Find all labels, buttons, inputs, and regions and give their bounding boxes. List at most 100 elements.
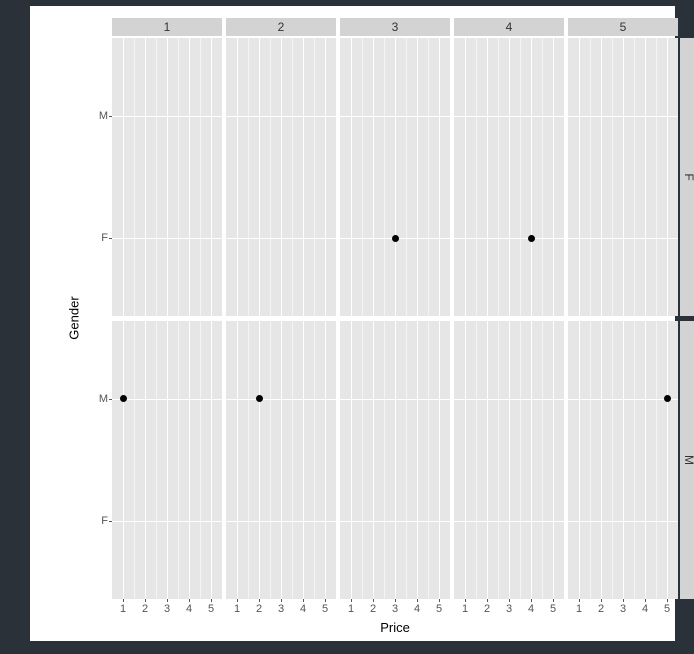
- x-tick-mark: [237, 599, 238, 602]
- facet-panel: [568, 38, 678, 316]
- x-tick-label: 5: [664, 603, 670, 615]
- gridline-v: [325, 38, 326, 316]
- gridline-v: [211, 38, 212, 316]
- gridline-h: [568, 521, 678, 522]
- gridline-v: [145, 38, 146, 316]
- x-tick-label: 3: [278, 603, 284, 615]
- gridline-v-minor: [134, 38, 135, 316]
- gridline-v: [351, 38, 352, 316]
- gridline-v: [373, 38, 374, 316]
- facet-col-strip: 1: [112, 18, 222, 36]
- facet-panel: [454, 321, 564, 599]
- facet-col-strip: 5: [568, 18, 678, 36]
- x-tick-label: 5: [550, 603, 556, 615]
- x-tick-label: 2: [370, 603, 376, 615]
- x-tick-mark: [531, 599, 532, 602]
- x-tick-mark: [509, 599, 510, 602]
- chart-stage: 12345FMMFMF1234512345123451234512345Gend…: [0, 0, 694, 654]
- x-tick-mark: [553, 599, 554, 602]
- y-tick-mark: [109, 238, 112, 239]
- gridline-v: [303, 38, 304, 316]
- x-tick-mark: [667, 599, 668, 602]
- gridline-v: [465, 38, 466, 316]
- x-tick-mark: [623, 599, 624, 602]
- gridline-v: [553, 38, 554, 316]
- data-point: [528, 235, 535, 242]
- x-tick-label: 3: [392, 603, 398, 615]
- x-tick-mark: [645, 599, 646, 602]
- facet-col-label: 5: [620, 20, 627, 34]
- x-tick-label: 3: [164, 603, 170, 615]
- gridline-v-minor: [590, 38, 591, 316]
- gridline-h: [454, 521, 564, 522]
- facet-panel: [112, 321, 222, 599]
- x-tick-mark: [395, 599, 396, 602]
- gridline-v: [667, 38, 668, 316]
- gridline-v-minor: [292, 38, 293, 316]
- gridline-v: [325, 321, 326, 599]
- gridline-h: [112, 399, 222, 400]
- gridline-h: [226, 238, 336, 239]
- gridline-v-minor: [428, 321, 429, 599]
- x-tick-label: 4: [414, 603, 420, 615]
- gridline-v: [645, 321, 646, 599]
- gridline-v-minor: [476, 321, 477, 599]
- gridline-v: [123, 321, 124, 599]
- gridline-v: [281, 38, 282, 316]
- gridline-v-minor: [498, 38, 499, 316]
- gridline-v: [395, 38, 396, 316]
- facet-panel: [340, 38, 450, 316]
- x-tick-label: 3: [506, 603, 512, 615]
- gridline-v: [601, 38, 602, 316]
- x-tick-mark: [303, 599, 304, 602]
- gridline-v: [509, 38, 510, 316]
- gridline-v-minor: [292, 321, 293, 599]
- gridline-v: [259, 38, 260, 316]
- facet-panel: [568, 321, 678, 599]
- x-tick-label: 2: [598, 603, 604, 615]
- x-tick-label: 1: [120, 603, 126, 615]
- gridline-v-minor: [656, 38, 657, 316]
- gridline-v: [281, 321, 282, 599]
- gridline-v-minor: [406, 38, 407, 316]
- gridline-v: [487, 321, 488, 599]
- y-tick-mark: [109, 521, 112, 522]
- y-axis-title: Gender: [67, 296, 82, 339]
- x-tick-mark: [465, 599, 466, 602]
- x-tick-label: 2: [484, 603, 490, 615]
- gridline-h: [568, 238, 678, 239]
- gridline-v: [487, 38, 488, 316]
- gridline-v: [373, 321, 374, 599]
- facet-panel: [112, 38, 222, 316]
- x-tick-label: 5: [436, 603, 442, 615]
- gridline-v: [417, 38, 418, 316]
- gridline-v: [623, 38, 624, 316]
- x-tick-label: 3: [620, 603, 626, 615]
- x-tick-mark: [325, 599, 326, 602]
- x-tick-mark: [373, 599, 374, 602]
- x-tick-mark: [281, 599, 282, 602]
- x-tick-label: 1: [462, 603, 468, 615]
- x-tick-mark: [189, 599, 190, 602]
- gridline-v-minor: [542, 38, 543, 316]
- gridline-v-minor: [612, 38, 613, 316]
- gridline-v: [579, 321, 580, 599]
- data-point: [392, 235, 399, 242]
- gridline-h: [112, 521, 222, 522]
- gridline-v: [123, 38, 124, 316]
- y-tick-label: F: [101, 515, 108, 527]
- facet-row-strip: M: [680, 321, 694, 599]
- y-tick-label: M: [99, 393, 108, 405]
- gridline-v-minor: [384, 321, 385, 599]
- gridline-v: [531, 38, 532, 316]
- gridline-h: [112, 116, 222, 117]
- gridline-h: [226, 399, 336, 400]
- gridline-v-minor: [542, 321, 543, 599]
- y-tick-mark: [109, 399, 112, 400]
- x-tick-label: 2: [256, 603, 262, 615]
- gridline-v: [259, 321, 260, 599]
- gridline-v: [465, 321, 466, 599]
- gridline-v-minor: [406, 321, 407, 599]
- gridline-v-minor: [178, 321, 179, 599]
- data-point: [664, 395, 671, 402]
